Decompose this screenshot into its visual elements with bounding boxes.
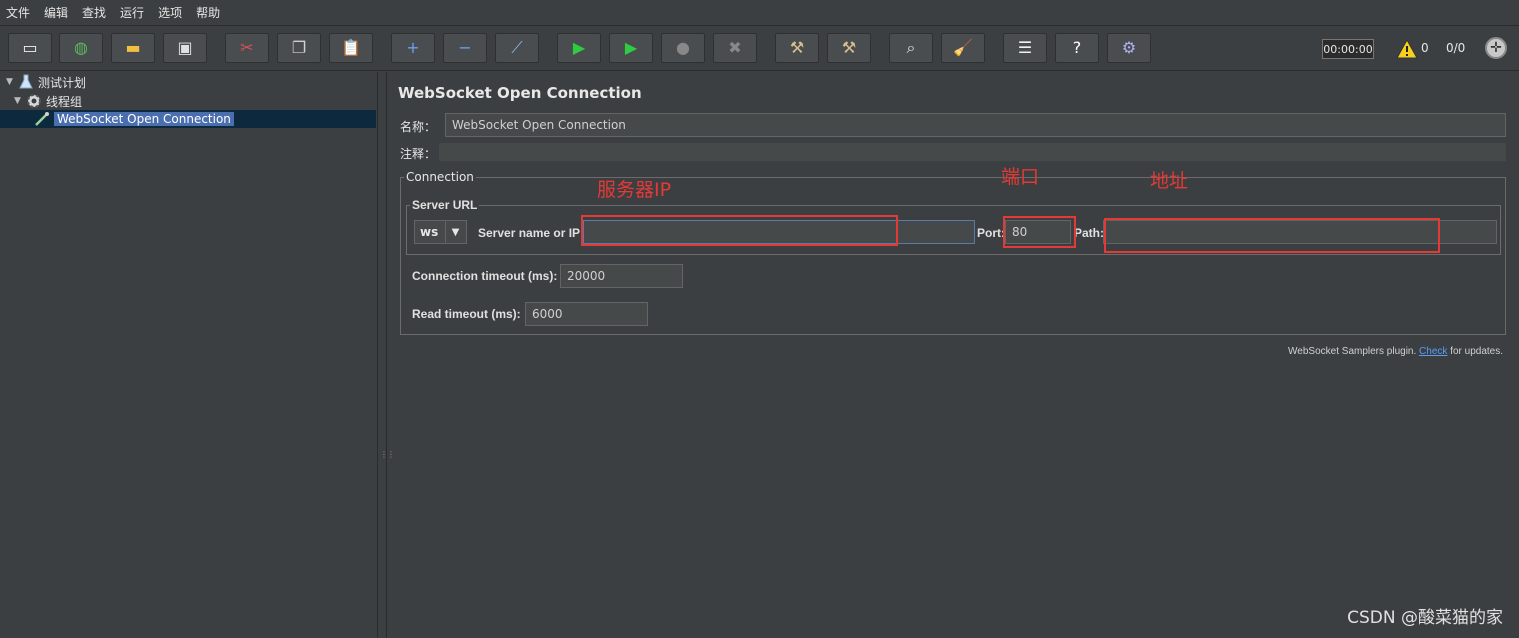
start-icon: ▶ [572, 38, 586, 57]
search-icon: ⌕ [906, 38, 916, 57]
clear-button[interactable]: ⚒ [775, 33, 819, 63]
toggle-icon: ⟋ [511, 38, 523, 57]
toggle-button[interactable]: ⟋ [495, 33, 539, 63]
annotation-box-server-ip [581, 215, 898, 246]
remote-start-icon: ⚙ [1121, 38, 1137, 57]
menu-search[interactable]: 查找 [82, 4, 106, 21]
comment-label: 注释： [400, 147, 437, 161]
start-no-pause-button[interactable]: ▶ [609, 33, 653, 63]
start-button[interactable]: ▶ [557, 33, 601, 63]
open-button[interactable]: ▬ [111, 33, 155, 63]
stop-icon: ● [676, 38, 690, 57]
cut-icon: ✂ [240, 38, 254, 57]
cut-button[interactable]: ✂ [225, 33, 269, 63]
paste-icon: 📋 [341, 38, 361, 57]
connection-timeout-label: Connection timeout (ms): [412, 269, 558, 283]
copy-icon: ❐ [291, 38, 307, 57]
collapse-icon: − [458, 38, 472, 57]
menu-run[interactable]: 运行 [120, 4, 144, 21]
tree-item-label: 测试计划 [38, 75, 87, 90]
sampler-icon [34, 111, 50, 127]
tree-expand-icon[interactable]: ▼ [6, 77, 16, 87]
tree-expand-icon[interactable]: ▼ [14, 96, 24, 106]
annotation-box-path [1104, 218, 1440, 253]
warning-count: 0 [1421, 41, 1429, 55]
plugin-note-prefix: WebSocket Samplers plugin. [1288, 346, 1420, 357]
search-button[interactable]: ⌕ [889, 33, 933, 63]
protocol-value: ws [420, 225, 439, 239]
panel-splitter[interactable]: ⋮⋮ [378, 72, 395, 638]
copy-button[interactable]: ❐ [277, 33, 321, 63]
server-name-label: Server name or IP: [478, 226, 585, 240]
annotation-port: 端口 [1001, 166, 1040, 188]
chevron-down-icon[interactable]: ▼ [445, 221, 465, 243]
name-input[interactable]: WebSocket Open Connection [445, 113, 1506, 137]
warning-icon[interactable] [1396, 39, 1418, 59]
shutdown-icon: ✖ [728, 38, 742, 57]
page-title: WebSocket Open Connection [398, 84, 642, 102]
tree-item-websocket-open[interactable]: WebSocket Open Connection [34, 110, 234, 128]
start-no-pause-icon: ▶ [624, 38, 638, 57]
function-helper-button[interactable]: ☰ [1003, 33, 1047, 63]
plugin-note-suffix: for updates. [1447, 346, 1503, 357]
elapsed-timer: 00:00:00 [1322, 39, 1374, 59]
collapse-button[interactable]: − [443, 33, 487, 63]
server-url-legend: Server URL [410, 198, 480, 212]
save-button[interactable]: ▣ [163, 33, 207, 63]
clear-icon: ⚒ [789, 38, 805, 57]
save-icon: ▣ [177, 38, 193, 57]
menu-edit[interactable]: 编辑 [44, 4, 68, 21]
stop-button[interactable]: ● [661, 33, 705, 63]
active-thread-count: 0/0 [1446, 41, 1466, 55]
clear-all-icon: ⚒ [841, 38, 857, 57]
tree-item-label: 线程组 [46, 94, 83, 109]
path-label: Path: [1074, 226, 1104, 240]
remote-engines-icon[interactable]: ✛ [1485, 37, 1507, 59]
remote-start-button[interactable]: ⚙ [1107, 33, 1151, 63]
connection-timeout-input[interactable]: 20000 [560, 264, 683, 288]
templates-icon: ◍ [74, 38, 88, 57]
read-timeout-label: Read timeout (ms): [412, 307, 521, 321]
new-icon: ▭ [22, 38, 38, 57]
comment-input[interactable] [439, 143, 1506, 161]
tree-item-test-plan[interactable]: ▼ 测试计划 [6, 73, 86, 91]
reset-search-icon: 🧹 [953, 38, 973, 57]
tree-item-label: WebSocket Open Connection [54, 112, 234, 126]
thread-group-icon [26, 93, 42, 109]
port-label: Port: [977, 226, 1005, 240]
clear-all-button[interactable]: ⚒ [827, 33, 871, 63]
menu-help[interactable]: 帮助 [196, 4, 220, 21]
toolbar: ▭ ◍ ▬ ▣ ✂ ❐ 📋 + − ⟋ ▶ ▶ ● ✖ ⚒ ⚒ ⌕ 🧹 ☰? ⚙ 00:00:00 0 0/0 ✛ [0, 27, 1519, 71]
help-button[interactable]: ? [1055, 33, 1099, 63]
shutdown-button[interactable]: ✖ [713, 33, 757, 63]
reset-search-button[interactable]: 🧹 [941, 33, 985, 63]
watermark: CSDN @酸菜猫的家 [1347, 608, 1503, 628]
expand-icon: + [406, 38, 420, 57]
menu-bar: 文件 编辑 查找 运行 选项 帮助 [0, 0, 1519, 26]
connection-legend: Connection [404, 170, 476, 184]
tree-item-thread-group[interactable]: ▼ 线程组 [14, 92, 82, 110]
help-icon: ? [1072, 38, 1082, 57]
test-tree-panel: ▼ 测试计划 ▼ 线程组 WebSocket Open Connection [0, 72, 378, 638]
name-label: 名称： [400, 120, 437, 134]
test-plan-icon [18, 74, 34, 90]
plugin-update-note: WebSocket Samplers plugin. Check for upd… [1288, 346, 1503, 357]
annotation-path: 地址 [1150, 170, 1189, 192]
templates-button[interactable]: ◍ [59, 33, 103, 63]
function-helper-icon: ☰ [1017, 38, 1033, 57]
menu-options[interactable]: 选项 [158, 4, 182, 21]
check-updates-link[interactable]: Check [1419, 346, 1447, 357]
menu-file[interactable]: 文件 [6, 4, 30, 21]
read-timeout-input[interactable]: 6000 [525, 302, 648, 326]
sampler-config-panel: WebSocket Open Connection 名称： WebSocket … [388, 72, 1519, 638]
paste-button[interactable]: 📋 [329, 33, 373, 63]
new-button[interactable]: ▭ [8, 33, 52, 63]
expand-button[interactable]: + [391, 33, 435, 63]
annotation-server-ip: 服务器IP [597, 179, 672, 201]
protocol-select[interactable]: ws ▼ [414, 220, 467, 244]
open-icon: ▬ [125, 38, 141, 57]
annotation-box-port [1003, 216, 1076, 248]
